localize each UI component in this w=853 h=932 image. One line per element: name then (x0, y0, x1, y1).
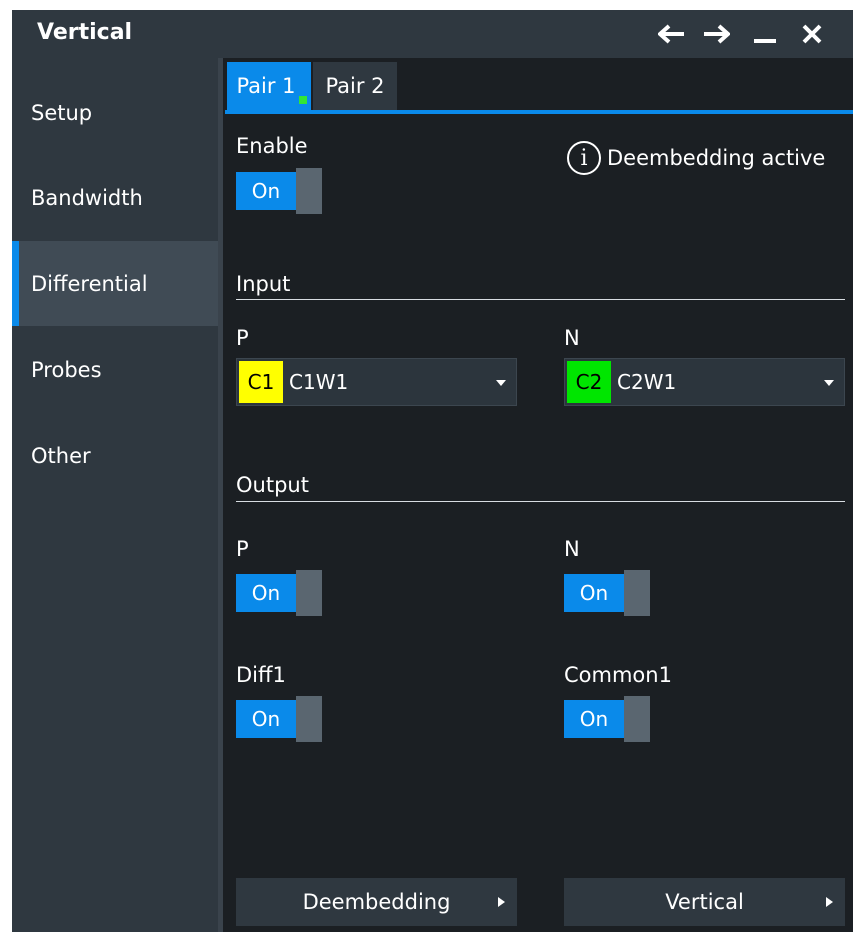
chevron-right-icon (498, 897, 505, 907)
input-p-label: P (236, 326, 249, 350)
dropdown-value: C1W1 (289, 370, 349, 394)
sidebar-item-label: Bandwidth (31, 185, 143, 210)
input-p-dropdown[interactable]: C1 C1W1 (236, 358, 517, 406)
chevron-down-icon (824, 380, 834, 386)
input-n-dropdown[interactable]: C2 C2W1 (564, 358, 845, 406)
sidebar-item-label: Probes (31, 357, 102, 382)
back-arrow-icon[interactable] (652, 10, 692, 58)
output-p-label: P (236, 537, 249, 561)
input-section-title: Input (236, 272, 291, 296)
sidebar-item-probes[interactable]: Probes (12, 327, 218, 412)
output-p-toggle[interactable]: On (236, 570, 322, 616)
output-diff-label: Diff1 (236, 663, 286, 687)
channel-chip: C2 (567, 361, 611, 403)
deembedding-info: i Deembedding active (567, 141, 825, 175)
deembedding-button[interactable]: Deembedding (236, 878, 517, 926)
button-label: Vertical (665, 890, 744, 914)
output-common-label: Common1 (564, 663, 672, 687)
toggle-knob (296, 696, 322, 742)
toggle-on-label: On (236, 700, 296, 738)
close-icon[interactable] (792, 10, 832, 58)
toggle-on-label: On (564, 700, 624, 738)
vertical-button[interactable]: Vertical (564, 878, 845, 926)
chevron-down-icon (496, 380, 506, 386)
enable-toggle[interactable]: On (236, 168, 322, 214)
tab-underline (225, 110, 853, 114)
output-section-title: Output (236, 473, 309, 497)
tab-label: Pair 2 (325, 74, 385, 98)
chevron-right-icon (826, 897, 833, 907)
sidebar-item-label: Setup (31, 100, 93, 125)
sidebar-item-differential[interactable]: Differential (12, 241, 218, 326)
info-text: Deembedding active (607, 146, 826, 170)
tab-pair-1[interactable]: Pair 1 (227, 62, 311, 110)
sidebar-item-label: Other (31, 443, 91, 468)
output-n-label: N (564, 537, 580, 561)
enable-label: Enable (236, 134, 308, 158)
toggle-on-label: On (564, 574, 624, 612)
dropdown-value: C2W1 (617, 370, 677, 394)
sidebar: Setup Bandwidth Differential Probes Othe… (12, 58, 218, 932)
output-common-toggle[interactable]: On (564, 696, 650, 742)
output-section-line (236, 501, 845, 502)
toggle-on-label: On (236, 172, 296, 210)
title-bar: Vertical (12, 10, 853, 58)
output-n-toggle[interactable]: On (564, 570, 650, 616)
minimize-icon[interactable] (745, 10, 785, 58)
sidebar-divider (218, 58, 223, 932)
channel-chip: C1 (239, 361, 283, 403)
toggle-knob (624, 570, 650, 616)
sidebar-item-setup[interactable]: Setup (12, 70, 218, 155)
vertical-dialog: Vertical Setup Bandwidth Differential Pr… (12, 10, 853, 932)
tab-label: Pair 1 (236, 74, 296, 98)
sidebar-item-bandwidth[interactable]: Bandwidth (12, 155, 218, 240)
info-icon: i (567, 141, 601, 175)
input-n-label: N (564, 326, 580, 350)
forward-arrow-icon[interactable] (696, 10, 736, 58)
toggle-knob (296, 168, 322, 214)
tab-pair-2[interactable]: Pair 2 (313, 62, 397, 110)
button-label: Deembedding (302, 890, 451, 914)
output-diff-toggle[interactable]: On (236, 696, 322, 742)
toggle-knob (296, 570, 322, 616)
sidebar-item-other[interactable]: Other (12, 413, 218, 498)
sidebar-item-label: Differential (31, 271, 148, 296)
input-section-line (236, 299, 845, 300)
status-dot-icon (299, 96, 307, 104)
dialog-title: Vertical (37, 20, 133, 45)
toggle-on-label: On (236, 574, 296, 612)
toggle-knob (624, 696, 650, 742)
